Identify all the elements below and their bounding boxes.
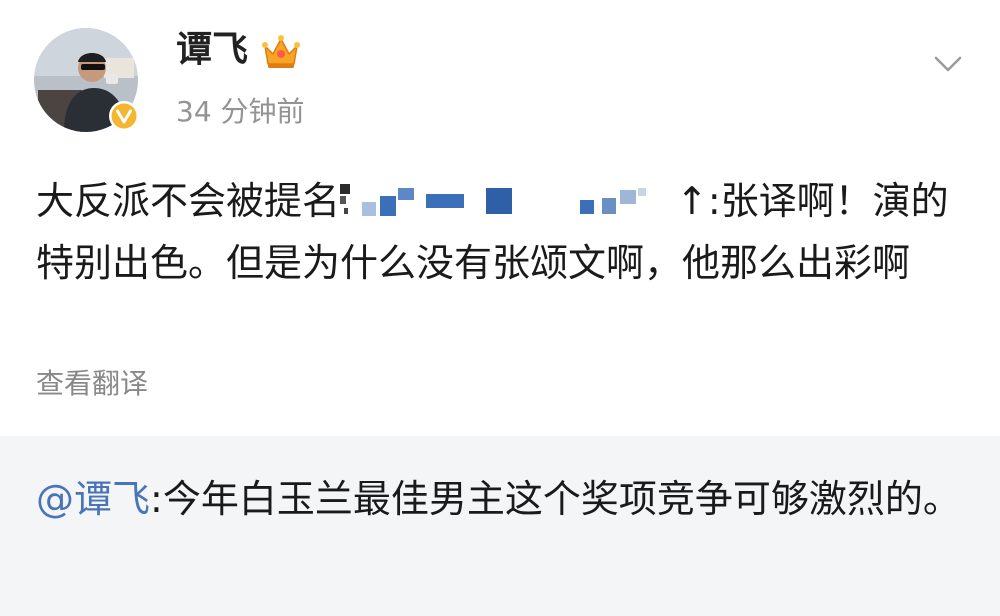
quoted-body: :今年白玉兰最佳男主这个奖项竞争可够激烈的。 [150,477,961,521]
view-translation-link[interactable]: 查看翻译 [36,364,148,404]
username[interactable]: 谭飞 [176,26,248,74]
weibo-post-screen: 谭飞 34 分钟前 大反派不会被提名 ↑:张译啊！演的特别出色。但是为什么没有张… [0,0,1000,616]
post-timestamp: 34 分钟前 [176,95,305,128]
avatar[interactable] [34,28,140,132]
quoted-text: @谭飞:今年白玉兰最佳男主这个奖项竞争可够激烈的。 [36,470,966,528]
verified-badge-icon [108,100,140,132]
quoted-post[interactable]: @谭飞:今年白玉兰最佳男主这个奖项竞争可够激烈的。 [0,436,1000,616]
post-content: 大反派不会被提名 ↑:张译啊！演的特别出色。但是为什么没有张颂文啊，他那么出彩啊 [36,170,956,294]
crown-icon [262,34,300,70]
post-text-start: 大反派不会被提名 [36,179,341,223]
mention-link[interactable]: @谭飞 [36,477,150,521]
chevron-down-icon[interactable] [930,50,966,78]
post-card: 谭飞 34 分钟前 大反派不会被提名 ↑:张译啊！演的特别出色。但是为什么没有张… [0,0,1000,436]
redaction-mosaic [340,178,676,222]
